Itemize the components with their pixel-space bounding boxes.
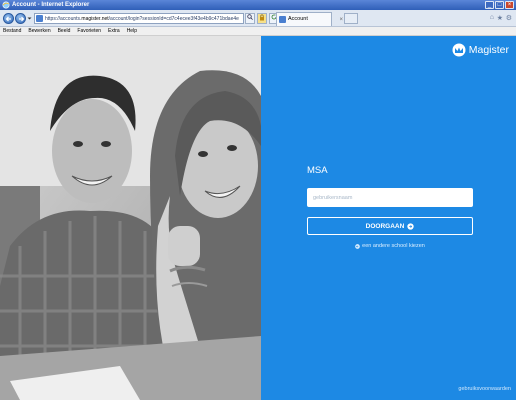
students-photo — [0, 36, 261, 400]
url-prefix: https://accounts. — [45, 16, 82, 22]
username-input[interactable] — [307, 188, 473, 207]
tab-close-icon[interactable]: × — [339, 14, 343, 27]
gear-icon[interactable]: ⚙ — [506, 14, 512, 22]
login-panel: Magister MSA DOORGAAN een andere school … — [261, 36, 516, 400]
search-dropdown-button[interactable] — [245, 13, 255, 24]
back-button[interactable] — [3, 13, 14, 24]
padlock-icon — [260, 14, 264, 21]
page-icon — [36, 15, 43, 22]
forward-arrow-icon — [19, 16, 25, 22]
address-bar[interactable]: https://accounts.magister.net/account/lo… — [34, 13, 244, 24]
menu-bar: Bestand Bewerken Beeld Favorieten Extra … — [0, 27, 516, 36]
menu-item-help[interactable]: Help — [127, 27, 137, 35]
title-bar: Account - Internet Explorer _ □ × — [0, 0, 516, 10]
url-text: https://accounts.magister.net/account/lo… — [45, 14, 239, 23]
brand-name: Magister — [468, 44, 509, 56]
arrow-left-circle-icon — [355, 243, 360, 249]
home-icon[interactable]: ⌂ — [490, 14, 494, 21]
terms-link[interactable]: gebruiksvoorwaarden — [458, 386, 511, 392]
tab-account[interactable]: Account × — [276, 12, 343, 26]
arrow-right-circle-icon — [407, 222, 414, 230]
school-name: MSA — [307, 165, 328, 176]
menu-item-favorieten[interactable]: Favorieten — [77, 27, 101, 35]
search-icon — [247, 14, 253, 20]
window-title: Account - Internet Explorer — [12, 2, 90, 8]
choose-other-school-label: een andere school kiezen — [362, 243, 425, 249]
close-button[interactable]: × — [505, 1, 514, 9]
continue-label: DOORGAAN — [365, 222, 405, 230]
continue-button[interactable]: DOORGAAN — [307, 217, 473, 235]
choose-other-school-link[interactable]: een andere school kiezen — [307, 243, 473, 249]
lock-icon[interactable] — [257, 13, 267, 24]
maximize-button[interactable]: □ — [495, 1, 504, 9]
menu-item-bestand[interactable]: Bestand — [3, 27, 21, 35]
menu-item-bewerken[interactable]: Bewerken — [28, 27, 50, 35]
url-domain: magister.net — [81, 16, 109, 22]
brand: Magister — [452, 43, 509, 57]
page-content: Magister MSA DOORGAAN een andere school … — [0, 36, 516, 400]
minimize-button[interactable]: _ — [485, 1, 494, 9]
url-path: /account/login?sessionId=cd7c4ecee3f43e4… — [108, 16, 239, 22]
internet-explorer-icon — [2, 1, 10, 9]
history-dropdown-icon[interactable] — [27, 16, 32, 21]
new-tab-button[interactable] — [344, 13, 358, 24]
forward-button[interactable] — [15, 13, 26, 24]
tab-favicon — [279, 16, 286, 23]
students-photo-image — [0, 36, 261, 400]
menu-item-extra[interactable]: Extra — [108, 27, 120, 35]
menu-item-beeld[interactable]: Beeld — [58, 27, 71, 35]
tab-title: Account — [288, 16, 308, 22]
magister-logo-icon — [452, 43, 466, 57]
back-arrow-icon — [5, 16, 11, 22]
navigation-bar: https://accounts.magister.net/account/lo… — [0, 10, 516, 27]
favorites-icon[interactable]: ★ — [497, 14, 503, 22]
